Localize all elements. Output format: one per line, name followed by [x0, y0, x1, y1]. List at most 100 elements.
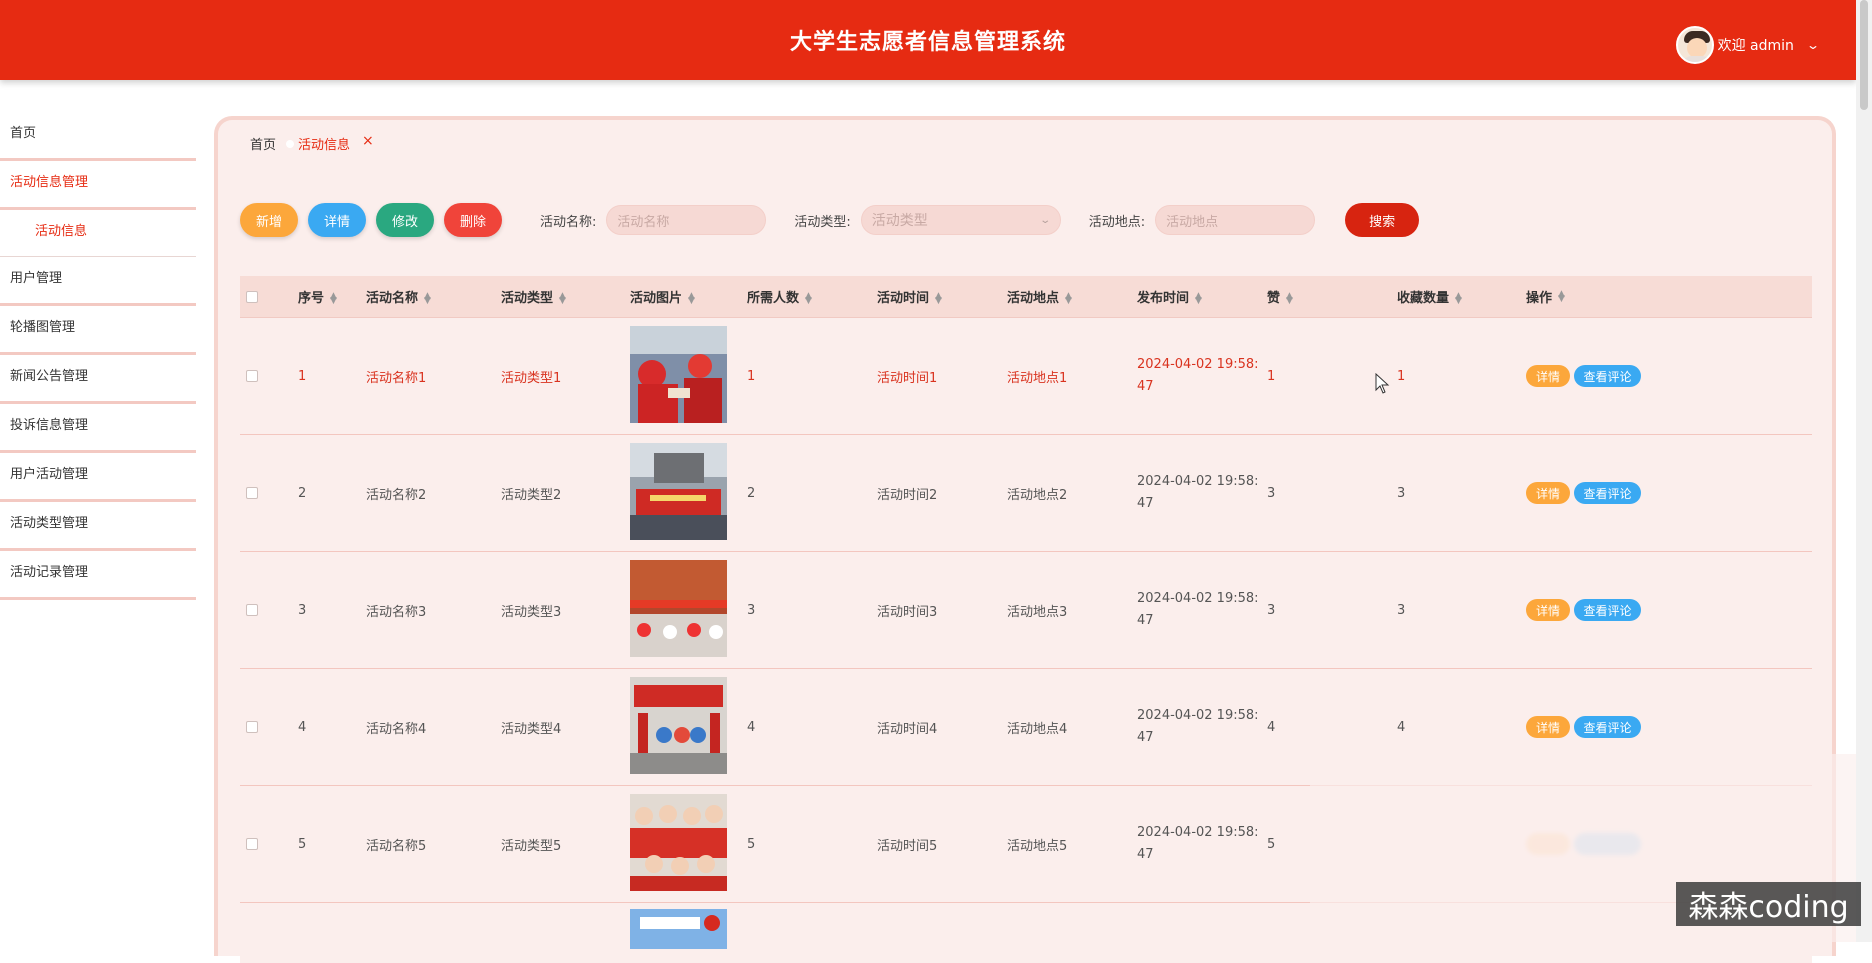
sort-icon[interactable]: ▲ ▼ [1455, 291, 1462, 305]
sidebar-item-activity-type-management[interactable]: 活动类型管理 [0, 502, 196, 551]
tab-activity-info[interactable]: 活动信息 × [286, 133, 374, 153]
sidebar-item-home[interactable]: 首页 [0, 112, 196, 161]
row-detail-button[interactable]: 详情 [1526, 599, 1570, 621]
row-checkbox[interactable] [246, 838, 258, 850]
cell-actions: 详情 查看评论 [1526, 482, 1812, 504]
watermark: 森森coding [1676, 882, 1861, 926]
chevron-down-icon[interactable]: ⌄ [1806, 38, 1820, 52]
header-place[interactable]: 活动地点 ▲ ▼ [1007, 287, 1137, 306]
table-row[interactable]: 2 活动名称2 活动类型2 2 活动时间2 活动地点2 2024-04-02 1… [240, 435, 1812, 552]
cell-image [630, 903, 747, 953]
sort-icon[interactable]: ▲ ▼ [1195, 291, 1202, 305]
user-menu[interactable]: 欢迎 admin ⌄ [1675, 26, 1820, 64]
tab-home[interactable]: 首页 [250, 134, 276, 153]
sort-icon[interactable]: ▲ ▼ [688, 291, 695, 305]
sort-icon[interactable]: ▲ ▼ [805, 291, 812, 305]
add-button[interactable]: 新增 [240, 203, 298, 237]
row-view-comments-button[interactable]: 查看评论 [1574, 365, 1641, 387]
row-checkbox[interactable] [246, 604, 258, 616]
search-button[interactable]: 搜索 [1345, 203, 1420, 237]
sidebar: 首页 活动信息管理 活动信息 用户管理 轮播图管理 新闻公告管理 投诉信息管理 … [0, 112, 196, 600]
header-image[interactable]: 活动图片 ▲ ▼ [630, 287, 747, 306]
sidebar-item-news-management[interactable]: 新闻公告管理 [0, 355, 196, 404]
edit-button[interactable]: 修改 [376, 203, 434, 237]
header-id[interactable]: 序号 ▲ ▼ [298, 287, 366, 306]
row-view-comments-button[interactable]: 查看评论 [1574, 716, 1641, 738]
activity-photo[interactable] [630, 909, 727, 949]
sidebar-subitem-activity-info[interactable]: 活动信息 [0, 210, 196, 257]
cell-id: 5 [298, 836, 307, 852]
activity-place-input[interactable]: 活动地点 [1155, 205, 1316, 235]
sidebar-item-user-management[interactable]: 用户管理 [0, 257, 196, 306]
sidebar-item-carousel-management[interactable]: 轮播图管理 [0, 306, 196, 355]
header-actions[interactable]: 操作 ▲ ▼ [1526, 287, 1812, 306]
activity-name-input[interactable]: 活动名称 [606, 205, 767, 235]
cell-favorites: 4 [1397, 719, 1406, 735]
close-icon[interactable]: × [362, 133, 374, 149]
sort-icon[interactable]: ▲ ▼ [935, 291, 942, 305]
activity-photo[interactable] [630, 793, 727, 891]
cell-image [630, 559, 747, 661]
sort-icon[interactable]: ▲ ▼ [559, 291, 566, 305]
sidebar-item-activity-record-management[interactable]: 活动记录管理 [0, 551, 196, 600]
cell-people: 5 [747, 836, 756, 852]
activity-photo[interactable] [630, 559, 727, 657]
row-detail-button[interactable]: 详情 [1526, 482, 1570, 504]
page-scrollbar[interactable] [1856, 0, 1872, 942]
activity-photo[interactable] [630, 325, 727, 423]
row-checkbox[interactable] [246, 721, 258, 733]
cell-likes: 4 [1267, 719, 1276, 735]
cell-likes: 3 [1267, 602, 1276, 618]
cell-type: 活动类型1 [501, 370, 562, 386]
sort-icon[interactable]: ▲ ▼ [424, 291, 431, 305]
tab-dot [286, 139, 295, 148]
header-likes[interactable]: 赞 ▲ ▼ [1267, 287, 1397, 306]
row-view-comments-button[interactable]: 查看评论 [1574, 599, 1641, 621]
header-publish-time[interactable]: 发布时间 ▲ ▼ [1137, 287, 1267, 306]
header-people[interactable]: 所需人数 ▲ ▼ [747, 287, 877, 306]
row-detail-button[interactable]: 详情 [1526, 365, 1570, 387]
table-row[interactable]: 3 活动名称3 活动类型3 3 活动时间3 活动地点3 2024-04-02 1… [240, 552, 1812, 669]
activity-photo[interactable] [630, 442, 727, 540]
cell-id: 3 [298, 602, 307, 618]
activity-photo[interactable] [630, 676, 727, 774]
cell-favorites: 1 [1397, 368, 1406, 384]
sidebar-item-complaint-management[interactable]: 投诉信息管理 [0, 404, 196, 453]
row-detail-button[interactable]: 详情 [1526, 716, 1570, 738]
scrollbar-thumb[interactable] [1860, 0, 1868, 110]
cell-place: 活动地点1 [1007, 370, 1068, 386]
cell-name: 活动名称3 [366, 604, 427, 620]
row-checkbox-cell [240, 604, 298, 616]
sort-icon[interactable]: ▲ ▼ [330, 291, 337, 305]
cell-time: 活动时间4 [877, 721, 938, 737]
row-checkbox[interactable] [246, 487, 258, 499]
sort-icon[interactable]: ▲ ▼ [1065, 291, 1072, 305]
table-row[interactable]: 1 活动名称1 活动类型1 1 活动时间1 活动地点1 2024-04-02 1… [240, 318, 1812, 435]
table-header: 序号 ▲ ▼ 活动名称 ▲ ▼ 活动类型 ▲ ▼ 活动图片 ▲ ▼ 所需人数 ▲ ▼ 活动时间 ▲ ▼ … [240, 276, 1812, 318]
select-all-checkbox[interactable] [246, 290, 258, 303]
sidebar-item-user-activity-management[interactable]: 用户活动管理 [0, 453, 196, 502]
header-type[interactable]: 活动类型 ▲ ▼ [501, 287, 630, 306]
sort-icon[interactable]: ▲ ▼ [1558, 289, 1565, 303]
cell-people: 1 [747, 368, 756, 384]
detail-button[interactable]: 详情 [308, 203, 366, 237]
cell-publish-time: 2024-04-02 19:58:47 [1137, 474, 1259, 511]
sort-icon[interactable]: ▲ ▼ [1286, 291, 1293, 305]
activity-type-select[interactable]: 活动类型 ⌄ [860, 205, 1061, 235]
cell-id: 4 [298, 719, 307, 735]
header-favorites[interactable]: 收藏数量 ▲ ▼ [1397, 287, 1526, 306]
cell-time: 活动时间1 [877, 370, 938, 386]
toolbar: 新增 详情 修改 删除 活动名称: 活动名称 活动类型: 活动类型 ⌄ 活动地点… [240, 200, 1420, 240]
top-header-bar: 大学生志愿者信息管理系统 欢迎 admin ⌄ [0, 0, 1856, 80]
delete-button[interactable]: 删除 [444, 203, 502, 237]
row-view-comments-button[interactable]: 查看评论 [1574, 482, 1641, 504]
select-all-cell [240, 290, 298, 303]
cell-favorites: 3 [1397, 485, 1406, 501]
row-checkbox[interactable] [246, 370, 258, 382]
header-name[interactable]: 活动名称 ▲ ▼ [366, 287, 501, 306]
sidebar-item-activity-info-management[interactable]: 活动信息管理 [0, 161, 196, 210]
cell-name: 活动名称2 [366, 487, 427, 503]
header-time[interactable]: 活动时间 ▲ ▼ [877, 287, 1007, 306]
cell-place: 活动地点5 [1007, 838, 1068, 854]
cell-time: 活动时间5 [877, 838, 938, 854]
